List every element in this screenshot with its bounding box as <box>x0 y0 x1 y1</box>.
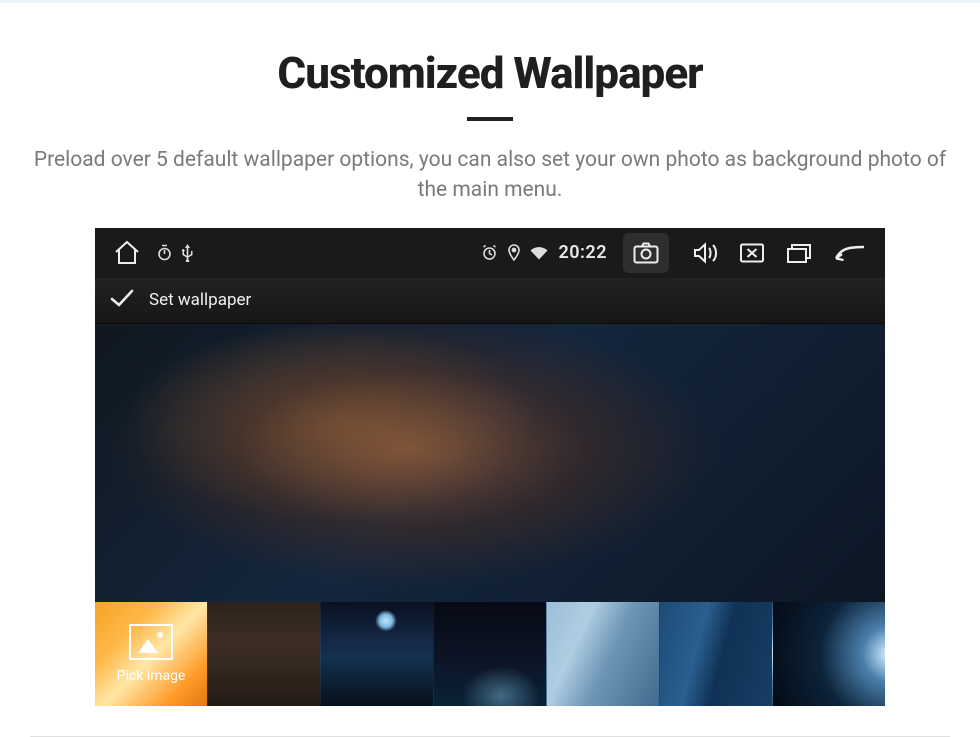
location-icon <box>508 244 520 261</box>
status-indicators-left <box>157 244 193 262</box>
alarm-icon <box>481 244 498 261</box>
pick-image-label: Pick image <box>117 668 186 684</box>
status-bar: 20:22 <box>95 228 885 278</box>
wallpaper-thumb[interactable] <box>772 602 885 706</box>
home-icon[interactable] <box>113 240 141 266</box>
volume-icon[interactable] <box>693 242 719 264</box>
wallpaper-preview[interactable] <box>95 324 885 602</box>
wallpaper-thumb[interactable] <box>433 602 546 706</box>
usb-icon <box>182 244 193 262</box>
wallpaper-thumb[interactable] <box>207 602 320 706</box>
back-icon[interactable] <box>833 243 867 263</box>
wallpaper-thumb[interactable] <box>320 602 433 706</box>
pick-image-button[interactable]: Pick image <box>95 602 207 706</box>
wallpaper-thumbnails: Pick image <box>95 602 885 706</box>
clock-time: 20:22 <box>558 242 607 263</box>
image-icon <box>129 624 173 660</box>
timer-icon <box>157 244 172 261</box>
wallpaper-thumb[interactable] <box>546 602 659 706</box>
page-title: Customized Wallpaper <box>0 47 980 99</box>
page-subtitle: Preload over 5 default wallpaper options… <box>32 145 948 206</box>
device-screenshot: 20:22 <box>95 228 885 706</box>
status-indicators-right: 20:22 <box>481 242 607 263</box>
title-underline <box>467 117 513 121</box>
wallpaper-thumb[interactable] <box>659 602 772 706</box>
close-app-icon[interactable] <box>739 242 765 264</box>
app-bar: Set wallpaper <box>95 278 885 324</box>
app-bar-title: Set wallpaper <box>149 290 251 310</box>
wifi-icon <box>530 246 548 260</box>
recents-icon[interactable] <box>785 242 813 264</box>
screenshot-button[interactable] <box>623 233 669 273</box>
confirm-icon[interactable] <box>109 288 135 313</box>
